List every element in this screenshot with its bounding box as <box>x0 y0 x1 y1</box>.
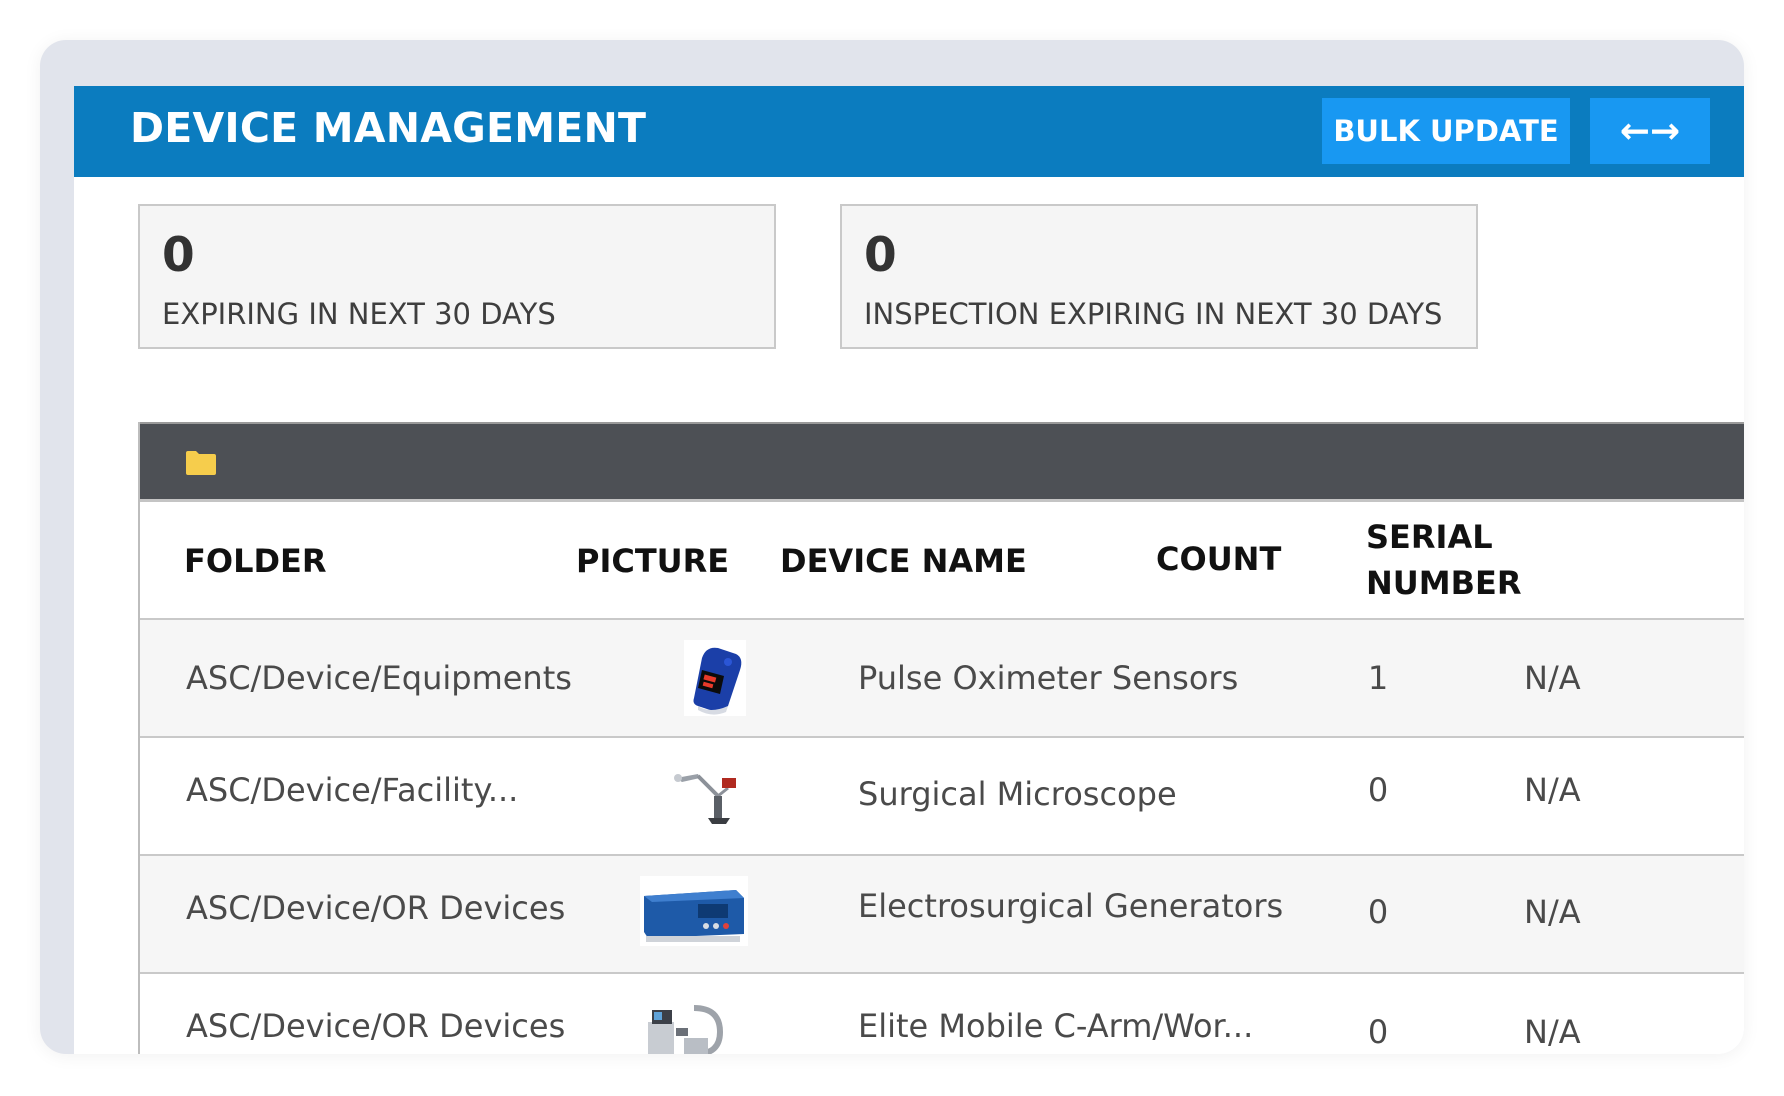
count-cell: 0 <box>1367 1013 1389 1051</box>
c-arm-image <box>644 998 728 1054</box>
device-name-cell: Electrosurgical Generators <box>858 887 1284 925</box>
serial-header-line1: SERIAL <box>1366 518 1493 556</box>
stat-card-expiring[interactable]: 0 EXPIRING IN NEXT 30 DAYS <box>138 204 776 349</box>
table-row[interactable]: ASC/Device/OR Devices Electrosurgical Ge… <box>140 856 1744 974</box>
left-right-arrows-icon: ←→ <box>1619 110 1681 152</box>
serial-header-line2: NUMBER <box>1366 564 1522 602</box>
table-toolbar <box>140 422 1744 502</box>
folder-cell: ASC/Device/OR Devices <box>186 1007 566 1045</box>
device-name-cell: Pulse Oximeter Sensors <box>858 659 1239 697</box>
page-header: DEVICE MANAGEMENT BULK UPDATE ←→ <box>74 86 1744 177</box>
serial-number-cell: N/A <box>1524 893 1581 931</box>
serial-number-cell: N/A <box>1524 1013 1581 1051</box>
electrosurgical-generator-image <box>640 876 748 946</box>
folder-cell: ASC/Device/Equipments <box>186 659 572 697</box>
stat-value: 0 <box>162 228 195 283</box>
column-header-device-name[interactable]: DEVICE NAME <box>780 538 1027 584</box>
serial-number-cell: N/A <box>1524 771 1581 809</box>
page-title: DEVICE MANAGEMENT <box>130 104 647 152</box>
stat-label: INSPECTION EXPIRING IN NEXT 30 DAYS <box>864 297 1443 331</box>
column-header-folder[interactable]: FOLDER <box>184 538 327 584</box>
surgical-microscope-image <box>670 768 746 826</box>
device-management-card: DEVICE MANAGEMENT BULK UPDATE ←→ 0 EXPIR… <box>40 40 1744 1054</box>
column-header-picture[interactable]: PICTURE <box>576 538 729 584</box>
expand-arrows-button[interactable]: ←→ <box>1590 98 1710 164</box>
stat-value: 0 <box>864 228 897 283</box>
serial-number-cell: N/A <box>1524 659 1581 697</box>
folder-cell: ASC/Device/OR Devices <box>186 889 566 927</box>
stat-card-inspection-expiring[interactable]: 0 INSPECTION EXPIRING IN NEXT 30 DAYS <box>840 204 1478 349</box>
folder-cell: ASC/Device/Facility... <box>186 771 519 809</box>
device-name-cell: Surgical Microscope <box>858 775 1177 813</box>
column-header-count[interactable]: COUNT <box>1156 536 1281 582</box>
stat-label: EXPIRING IN NEXT 30 DAYS <box>162 297 556 331</box>
table-row[interactable]: ASC/Device/Equipments Pulse Oximeter Sen… <box>140 620 1744 738</box>
count-cell: 0 <box>1367 771 1389 809</box>
pulse-oximeter-image <box>684 640 746 716</box>
bulk-update-button[interactable]: BULK UPDATE <box>1322 98 1570 164</box>
device-name-cell: Elite Mobile C-Arm/Wor... <box>858 1007 1254 1045</box>
table-header: FOLDER PICTURE DEVICE NAME COUNT SERIAL … <box>140 502 1744 620</box>
table-row[interactable]: ASC/Device/Facility... Surgical Microsco… <box>140 738 1744 856</box>
column-header-serial-number[interactable]: SERIAL NUMBER <box>1366 514 1522 606</box>
folder-icon[interactable] <box>184 449 218 477</box>
main-panel: DEVICE MANAGEMENT BULK UPDATE ←→ 0 EXPIR… <box>74 86 1744 1054</box>
count-cell: 1 <box>1367 659 1389 697</box>
count-cell: 0 <box>1367 893 1389 931</box>
table-row[interactable]: ASC/Device/OR Devices Elite Mobile C-Arm… <box>140 974 1744 1054</box>
device-table: FOLDER PICTURE DEVICE NAME COUNT SERIAL … <box>138 422 1744 1054</box>
